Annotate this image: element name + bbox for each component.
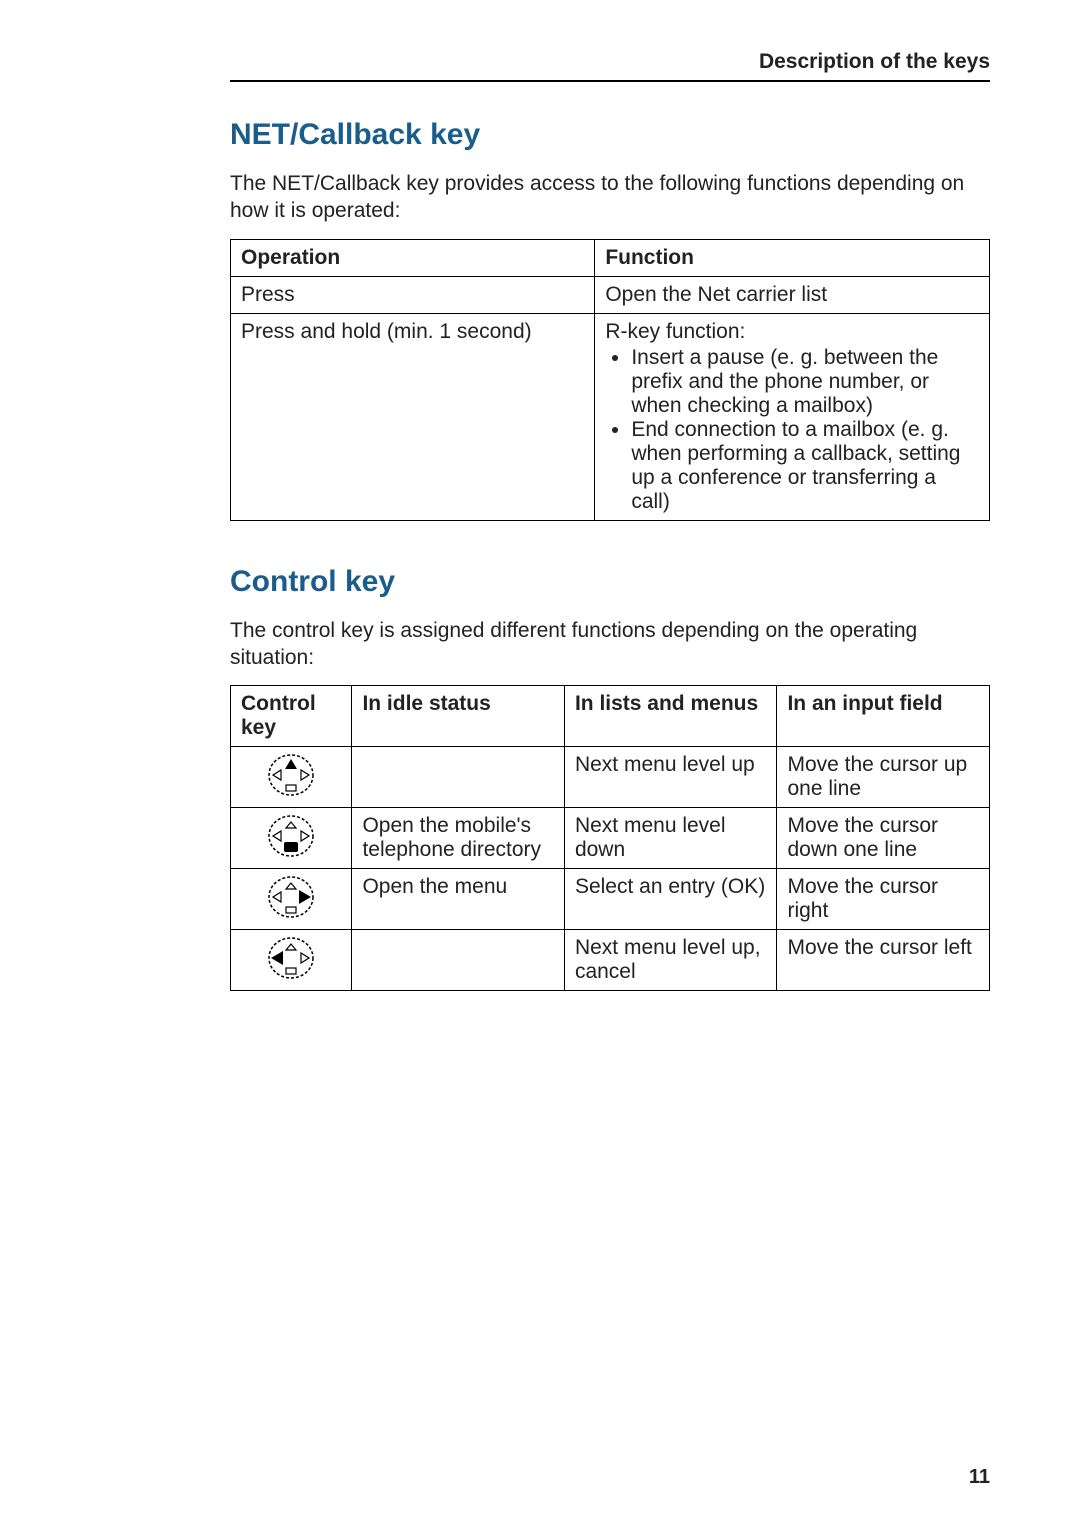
control-key-down-icon (231, 808, 352, 869)
ctrl-lists: Select an entry (OK) (564, 869, 777, 930)
control-heading: Control key (230, 565, 990, 599)
ctrl-lists: Next menu level up, cancel (564, 930, 777, 991)
table-row: Next menu level up Move the cursor up on… (231, 747, 990, 808)
table-row: Open the mobile's telephone directory Ne… (231, 808, 990, 869)
ctrl-input: Move the cursor right (777, 869, 990, 930)
list-item: Insert a pause (e. g. between the prefix… (631, 346, 979, 418)
table-row: Press and hold (min. 1 second) R-key fun… (231, 313, 990, 520)
ctrl-input: Move the cursor left (777, 930, 990, 991)
ctrl-lists: Next menu level down (564, 808, 777, 869)
net-th-op: Operation (231, 239, 595, 276)
table-row: Next menu level up, cancel Move the curs… (231, 930, 990, 991)
ctrl-idle: Open the menu (352, 869, 565, 930)
ctrl-input: Move the cursor up one line (777, 747, 990, 808)
net-op: Press (231, 276, 595, 313)
ctrl-idle (352, 747, 565, 808)
net-intro: The NET/Callback key provides access to … (230, 170, 990, 225)
control-key-up-icon (231, 747, 352, 808)
page-number: 11 (969, 1466, 990, 1489)
table-row: Press Open the Net carrier list (231, 276, 990, 313)
ctrl-th-idle: In idle status (352, 686, 565, 747)
net-table: Operation Function Press Open the Net ca… (230, 239, 990, 521)
ctrl-input: Move the cursor down one line (777, 808, 990, 869)
ctrl-idle (352, 930, 565, 991)
control-table: Control key In idle status In lists and … (230, 685, 990, 991)
net-fn: R-key function: Insert a pause (e. g. be… (595, 313, 990, 520)
ctrl-th-key: Control key (231, 686, 352, 747)
control-key-left-icon (231, 930, 352, 991)
net-heading: NET/Callback key (230, 118, 990, 152)
list-item: End connection to a mailbox (e. g. when … (631, 418, 979, 514)
ctrl-th-lists: In lists and menus (564, 686, 777, 747)
ctrl-lists: Next menu level up (564, 747, 777, 808)
section-header: Description of the keys (230, 50, 990, 82)
net-th-fn: Function (595, 239, 990, 276)
table-row: Open the menu Select an entry (OK) Move … (231, 869, 990, 930)
net-fn-text: R-key function: (605, 320, 745, 343)
net-op: Press and hold (min. 1 second) (231, 313, 595, 520)
control-intro: The control key is assigned different fu… (230, 617, 990, 672)
ctrl-th-input: In an input field (777, 686, 990, 747)
ctrl-idle: Open the mobile's telephone directory (352, 808, 565, 869)
control-key-right-icon (231, 869, 352, 930)
net-fn: Open the Net carrier list (595, 276, 990, 313)
